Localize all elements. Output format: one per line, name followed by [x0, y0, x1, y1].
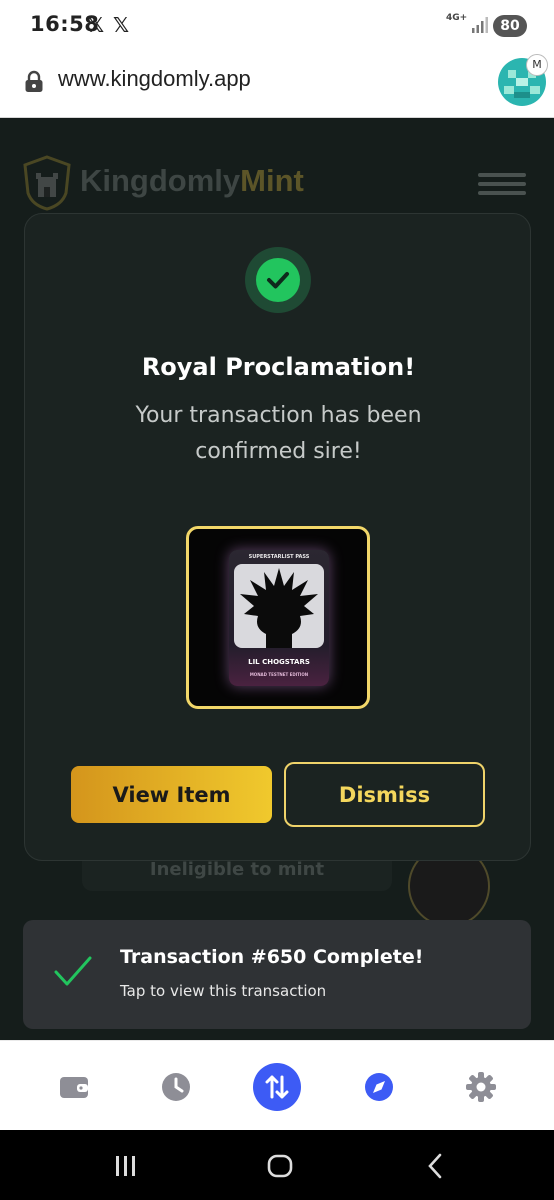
lock-icon[interactable]: [24, 70, 44, 94]
status-bar: 16:58 𝕏 𝕏 4G+ 80: [0, 0, 554, 52]
browser-address-bar: www.kingdomly.app M: [0, 52, 554, 118]
modal-title: Royal Proclamation!: [141, 353, 416, 381]
kingdomly-logo[interactable]: KingdomlyMint: [80, 163, 304, 199]
url-text[interactable]: www.kingdomly.app: [58, 66, 251, 92]
system-navigation-bar: [0, 1130, 554, 1200]
menu-line: [478, 173, 526, 177]
view-item-button[interactable]: View Item: [71, 766, 272, 823]
menu-line: [478, 191, 526, 195]
nft-edition: MONAD TESTNET EDITION: [249, 672, 309, 677]
transaction-toast[interactable]: Transaction #650 Complete! Tap to view t…: [23, 920, 531, 1029]
checkmark-icon: [54, 956, 92, 986]
swap-icon[interactable]: [253, 1063, 301, 1111]
history-icon[interactable]: [152, 1063, 200, 1111]
logo-mint-text: Mint: [240, 163, 304, 198]
x-app-icon: 𝕏: [88, 13, 105, 37]
nft-pass-card: SUPERSTARLIST PASS LIL CHOGSTARS MONAD T…: [229, 550, 329, 686]
logo-kingdomly-text: Kingdomly: [80, 163, 241, 198]
check-circle-icon: [256, 258, 300, 302]
toast-subtitle: Tap to view this transaction: [120, 982, 327, 1000]
recent-apps-icon[interactable]: [112, 1152, 140, 1180]
x-app-icon: 𝕏: [113, 13, 130, 37]
nft-name: LIL CHOGSTARS: [248, 658, 310, 666]
signal-icon: [472, 17, 488, 33]
settings-icon[interactable]: [457, 1063, 505, 1111]
success-modal: Royal Proclamation! Your transaction has…: [24, 213, 531, 861]
hamburger-menu-icon[interactable]: [478, 173, 526, 195]
home-icon[interactable]: [266, 1152, 294, 1180]
battery-indicator: 80: [493, 15, 527, 37]
modal-message: Your transaction has been confirmed sire…: [135, 403, 422, 464]
back-icon[interactable]: [422, 1152, 450, 1180]
account-badge: M: [526, 54, 548, 76]
nft-pass-label: SUPERSTARLIST PASS: [248, 554, 310, 560]
toast-title: Transaction #650 Complete!: [120, 946, 424, 968]
castle-shield-icon: [23, 155, 71, 211]
wallet-icon[interactable]: [50, 1063, 98, 1111]
dismiss-button[interactable]: Dismiss: [284, 762, 485, 827]
network-indicator: 4G+: [446, 13, 468, 23]
menu-line: [478, 182, 526, 186]
nft-silhouette-art: [234, 564, 324, 648]
success-indicator: [245, 247, 311, 313]
bottom-navigation: [0, 1040, 554, 1130]
explore-icon[interactable]: [355, 1063, 403, 1111]
nft-image-frame: SUPERSTARLIST PASS LIL CHOGSTARS MONAD T…: [186, 526, 370, 709]
